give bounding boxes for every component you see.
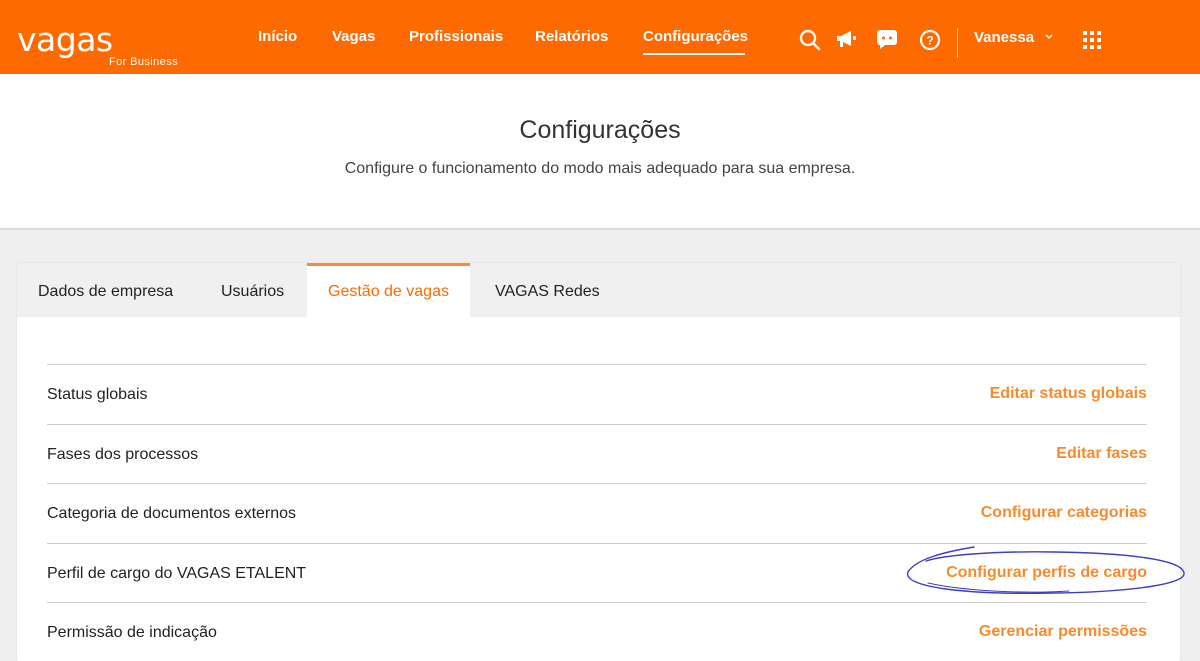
tab-dados-de-empresa[interactable]: Dados de empresa xyxy=(17,263,194,317)
logo-wordmark: vagas xyxy=(17,20,113,59)
settings-tabs: Dados de empresa Usuários Gestão de vaga… xyxy=(17,263,1180,317)
manage-permissions-link[interactable]: Gerenciar permissões xyxy=(979,623,1147,641)
settings-row: Fases dos processos Editar fases xyxy=(47,425,1147,484)
settings-row: Categoria de documentos externos Configu… xyxy=(47,484,1147,544)
configure-job-profiles-link[interactable]: Configurar perfis de cargo xyxy=(946,564,1147,582)
row-label-permissao-indicacao: Permissão de indicação xyxy=(47,624,217,641)
row-label-fases: Fases dos processos xyxy=(47,445,199,463)
settings-list: Status globais Editar status globais Fas… xyxy=(47,364,1147,661)
logo-subtitle: For Business xyxy=(109,56,178,68)
help-icon[interactable]: ? xyxy=(919,29,941,56)
page-title: Configurações xyxy=(519,116,681,144)
chat-icon[interactable] xyxy=(876,29,898,55)
nav-active-indicator xyxy=(643,53,745,55)
page-header: Configurações Configure o funcionamento … xyxy=(0,74,1200,230)
nav-profissionais[interactable]: Profissionais xyxy=(409,28,503,45)
vagas-logo[interactable]: vagas For Business xyxy=(17,20,178,68)
nav-configuracoes[interactable]: Configurações xyxy=(643,28,748,45)
user-menu[interactable]: Vanessa xyxy=(974,29,1034,46)
tab-vagas-redes[interactable]: VAGAS Redes xyxy=(474,263,621,317)
edit-phases-link[interactable]: Editar fases xyxy=(1056,445,1147,463)
nav-inicio[interactable]: Início xyxy=(258,28,297,45)
row-label-perfil-cargo: Perfil de cargo do VAGAS ETALENT xyxy=(47,564,307,582)
svg-text:?: ? xyxy=(926,34,933,48)
settings-card: Dados de empresa Usuários Gestão de vaga… xyxy=(17,263,1180,661)
edit-global-status-link[interactable]: Editar status globais xyxy=(990,385,1147,403)
nav-relatorios[interactable]: Relatórios xyxy=(535,28,608,45)
tab-usuarios[interactable]: Usuários xyxy=(200,263,305,317)
page-subtitle: Configure o funcionamento do modo mais a… xyxy=(344,160,856,177)
row-label-categoria-documentos: Categoria de documentos externos xyxy=(47,505,297,522)
apps-grid-icon[interactable] xyxy=(1083,31,1101,49)
nav-vagas[interactable]: Vagas xyxy=(332,28,375,45)
tab-gestao-de-vagas[interactable]: Gestão de vagas xyxy=(307,263,470,317)
row-label-status-globais: Status globais xyxy=(47,386,148,403)
top-navbar: vagas For Business Início Vagas Profissi… xyxy=(0,0,1200,74)
settings-row: Perfil de cargo do VAGAS ETALENT Configu… xyxy=(47,544,1147,603)
settings-row: Permissão de indicação Gerenciar permiss… xyxy=(47,603,1147,661)
search-icon[interactable] xyxy=(799,29,821,56)
chevron-down-icon[interactable] xyxy=(1044,32,1054,44)
settings-row: Status globais Editar status globais xyxy=(47,365,1147,425)
configure-categories-link[interactable]: Configurar categorias xyxy=(981,504,1147,522)
navbar-divider xyxy=(957,28,958,58)
megaphone-icon[interactable] xyxy=(835,29,857,54)
